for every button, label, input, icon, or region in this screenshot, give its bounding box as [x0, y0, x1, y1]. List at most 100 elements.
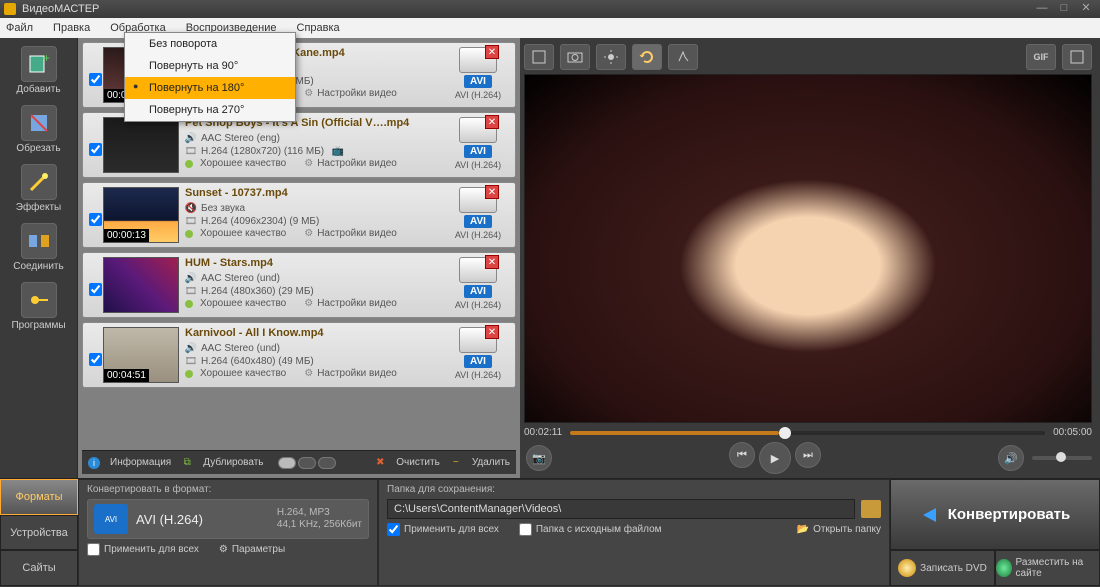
output-tabs: Форматы Устройства Сайты: [0, 479, 78, 586]
crop-tool-button[interactable]: [524, 44, 554, 70]
format-badge[interactable]: AVI: [464, 215, 492, 228]
avi-icon: AVI: [94, 504, 128, 534]
maximize-button[interactable]: □: [1054, 2, 1074, 16]
sidebar-cut[interactable]: Обрезать: [0, 101, 77, 160]
audio-label: AAC Stereo (eng): [201, 133, 280, 144]
file-item[interactable]: 00:04:51 Karnivool - All I Know.mp4 🔊AAC…: [82, 322, 516, 388]
file-item[interactable]: 00:00:13 Sunset - 10737.mp4 🔇Без звука 🎞…: [82, 182, 516, 248]
audio-icon: 🔊: [185, 132, 197, 144]
play-button[interactable]: ▶: [759, 442, 791, 474]
format-badge[interactable]: AVI: [464, 285, 492, 298]
format-selector[interactable]: AVI AVI (H.264) H.264, MP3 44,1 KHz, 256…: [87, 499, 369, 539]
seek-knob[interactable]: [779, 427, 791, 439]
info-icon: i: [88, 457, 100, 469]
rotate-option-90[interactable]: Повернуть на 90°: [125, 55, 295, 77]
file-checkbox[interactable]: [89, 213, 102, 226]
settings-link[interactable]: Настройки видео: [317, 158, 397, 169]
prev-button[interactable]: ⏮: [729, 442, 755, 468]
settings-link[interactable]: Настройки видео: [317, 228, 397, 239]
delete-button[interactable]: Удалить: [472, 457, 510, 468]
file-checkbox[interactable]: [89, 283, 102, 296]
remove-file-button[interactable]: ✕: [485, 185, 499, 199]
gif-button[interactable]: GIF: [1026, 44, 1056, 70]
format-sub: AVI (H.264): [455, 300, 501, 310]
convert-button[interactable]: Конвертировать: [890, 479, 1100, 550]
seek-track[interactable]: [570, 431, 1045, 435]
convert-box: Конвертировать Записать DVD Разместить н…: [890, 479, 1100, 586]
rotate-option-none[interactable]: Без поворота: [125, 33, 295, 55]
remove-file-button[interactable]: ✕: [485, 325, 499, 339]
params-button[interactable]: ⚙ Параметры: [219, 544, 285, 555]
quality-label: Хорошее качество: [200, 298, 286, 309]
gear-icon: ⚙: [219, 544, 228, 555]
key-icon: [21, 282, 57, 318]
sidebar-fx[interactable]: Эффекты: [0, 160, 77, 219]
sidebar-apps[interactable]: Программы: [0, 278, 77, 337]
file-checkbox[interactable]: [89, 73, 102, 86]
format-badge[interactable]: AVI: [464, 145, 492, 158]
file-item[interactable]: HUM - Stars.mp4 🔊AAC Stereo (und) 🎞H.264…: [82, 252, 516, 318]
main-area: + Добавить Обрезать Эффекты Соединить Пр…: [0, 38, 1100, 478]
film-plus-icon: +: [21, 46, 57, 82]
quality-label: Хорошее качество: [200, 368, 286, 379]
rotate-menu: Без поворота Повернуть на 90° Повернуть …: [124, 32, 296, 122]
player-toolbar: GIF: [524, 42, 1092, 72]
burn-dvd-button[interactable]: Записать DVD: [890, 550, 995, 586]
fullscreen-button[interactable]: [1062, 44, 1092, 70]
brightness-button[interactable]: [596, 44, 626, 70]
file-right: ✕ AVI AVI (H.264): [445, 47, 511, 100]
browse-folder-button[interactable]: [861, 500, 881, 518]
volume-slider[interactable]: [1032, 456, 1092, 460]
file-checkbox[interactable]: [89, 143, 102, 156]
view-toggle[interactable]: [278, 457, 336, 469]
apply-all-check-2[interactable]: Применить для всех: [387, 523, 499, 536]
menu-edit[interactable]: Правка: [53, 22, 90, 34]
open-folder-button[interactable]: 📂 Открыть папку: [797, 523, 881, 536]
format-badge[interactable]: AVI: [464, 355, 492, 368]
output-path-input[interactable]: [387, 499, 855, 519]
rotate-button[interactable]: [632, 44, 662, 70]
time-total: 00:05:00: [1053, 427, 1092, 438]
rotate-option-270[interactable]: Повернуть на 270°: [125, 99, 295, 121]
film-icon: 🎞: [185, 285, 197, 297]
thumbnail[interactable]: [103, 117, 179, 173]
thumbnail[interactable]: [103, 257, 179, 313]
duplicate-button[interactable]: Дублировать: [203, 457, 263, 468]
settings-link[interactable]: Настройки видео: [317, 368, 397, 379]
remove-file-button[interactable]: ✕: [485, 115, 499, 129]
settings-link[interactable]: Настройки видео: [317, 88, 397, 99]
tab-formats[interactable]: Форматы: [0, 479, 78, 515]
globe-icon: [996, 559, 1012, 577]
film-icon: 🎞: [185, 355, 197, 367]
volume-button[interactable]: 🔊: [998, 445, 1024, 471]
titlebar: ВидеоМАСТЕР — □ ✕: [0, 0, 1100, 18]
delete-icon: −: [450, 457, 462, 469]
quality-dot-icon: [185, 160, 193, 168]
format-badge[interactable]: AVI: [464, 75, 492, 88]
tab-sites[interactable]: Сайты: [0, 550, 78, 586]
speed-button[interactable]: [668, 44, 698, 70]
video-preview[interactable]: [524, 74, 1092, 423]
settings-link[interactable]: Настройки видео: [317, 298, 397, 309]
src-folder-check[interactable]: Папка с исходным файлом: [519, 523, 662, 536]
snapshot-button[interactable]: [560, 44, 590, 70]
clear-button[interactable]: Очистить: [396, 457, 440, 468]
screenshot-button[interactable]: 📷: [526, 445, 552, 471]
menu-file[interactable]: Файл: [6, 22, 33, 34]
publish-button[interactable]: Разместить на сайте: [995, 550, 1100, 586]
sidebar-join[interactable]: Соединить: [0, 219, 77, 278]
sidebar-apps-label: Программы: [11, 320, 65, 331]
tab-devices[interactable]: Устройства: [0, 515, 78, 551]
minimize-button[interactable]: —: [1032, 2, 1052, 16]
info-button[interactable]: Информация: [110, 457, 171, 468]
quality-label: Хорошее качество: [200, 228, 286, 239]
remove-file-button[interactable]: ✕: [485, 255, 499, 269]
sidebar-add[interactable]: + Добавить: [0, 42, 77, 101]
rotate-option-180[interactable]: Повернуть на 180°: [125, 77, 295, 99]
remove-file-button[interactable]: ✕: [485, 45, 499, 59]
close-button[interactable]: ✕: [1076, 2, 1096, 16]
next-button[interactable]: ⏭: [795, 442, 821, 468]
file-checkbox[interactable]: [89, 353, 102, 366]
apply-all-check[interactable]: Применить для всех: [87, 543, 199, 556]
menu-help[interactable]: Справка: [297, 22, 340, 34]
